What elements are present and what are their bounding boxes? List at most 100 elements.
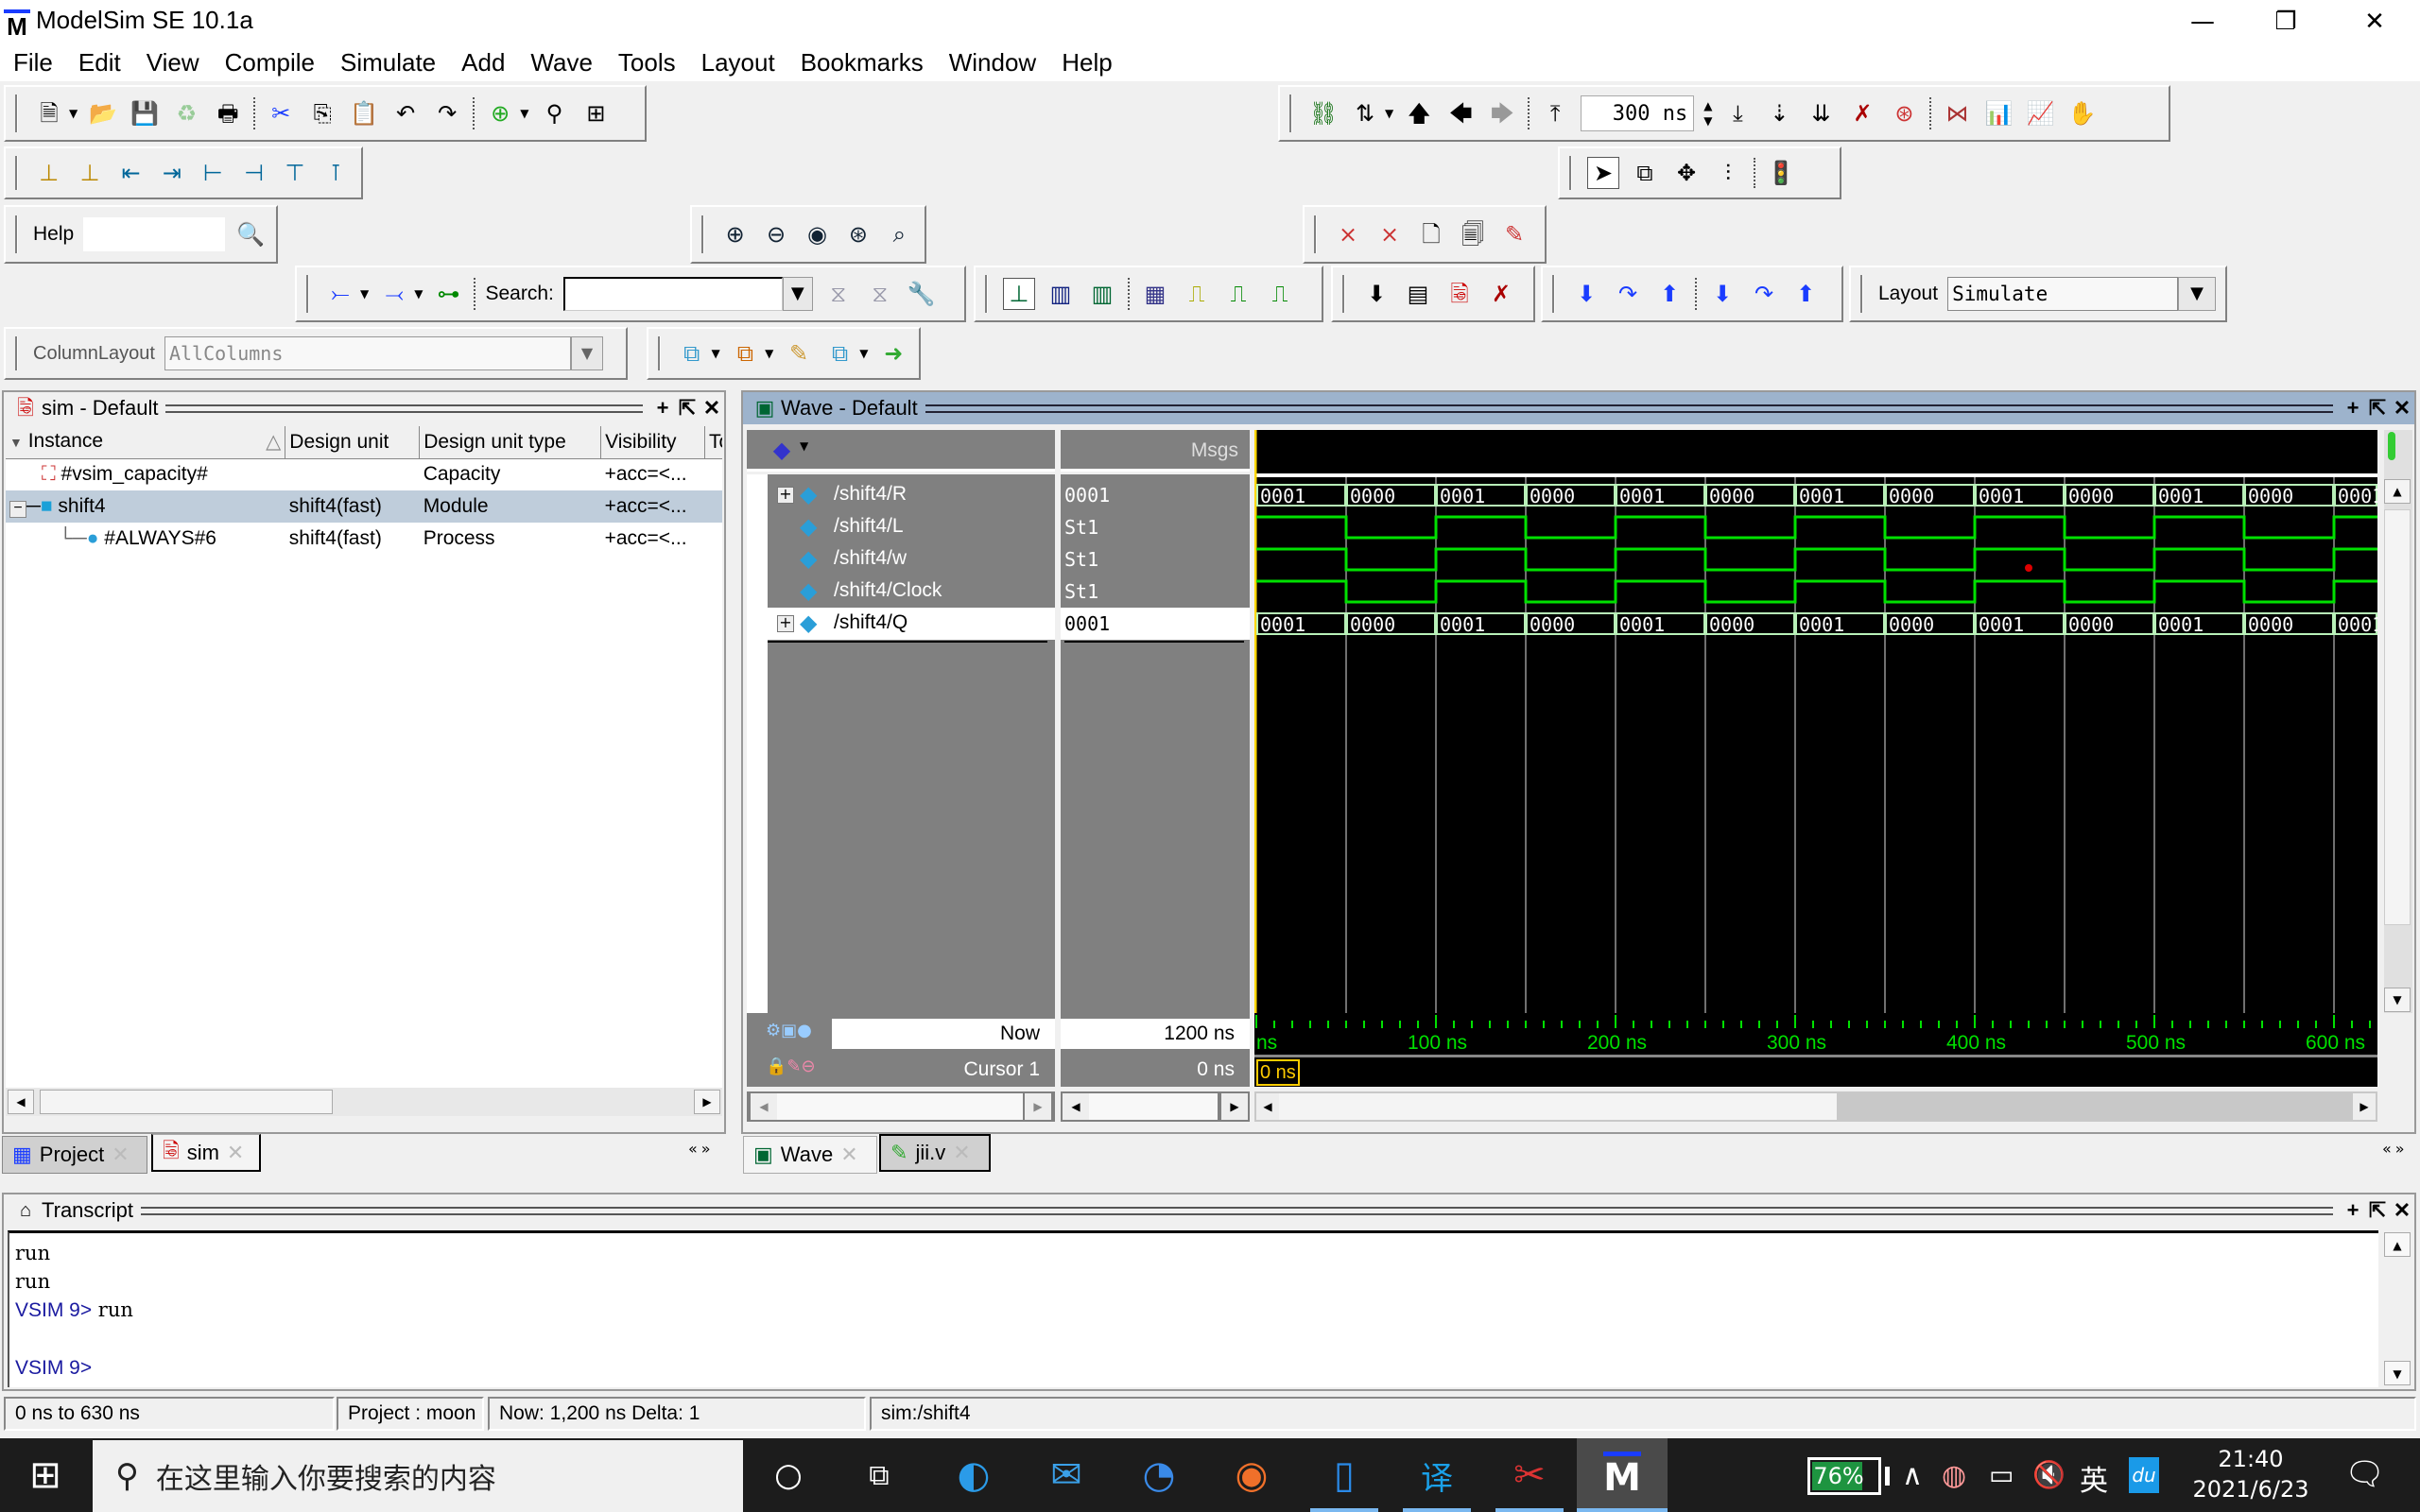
step-forward-icon[interactable]: ⇥ [156,157,187,189]
cursor-marker[interactable]: 0 ns [1256,1059,1300,1086]
layout-value[interactable]: Simulate [1947,277,2179,311]
signal-row[interactable]: ◆ /shift4/w [768,543,1055,576]
tab-project[interactable]: ▦ Project ✕ [2,1136,147,1174]
run-length-spinner[interactable]: ▲ ▼ [1703,98,1712,129]
step-over-icon[interactable]: ⊣ [238,157,269,189]
taskbar-clock[interactable]: 21:40 2021/6/23 [2189,1444,2312,1504]
menu-file[interactable]: File [13,48,53,77]
edit-mode-icon[interactable]: ⫶ [1712,157,1744,189]
wave-step-icon[interactable]: ⎍ [1181,278,1213,310]
step-into-icon[interactable]: ⊢ [198,157,229,189]
wave-tab-scroll-buttons[interactable]: «» [2382,1140,2420,1168]
column-header-design-unit-type[interactable]: Design unit type [419,426,602,459]
step-all-icon[interactable]: ⬇ [1706,278,1738,310]
expand-dropdown-icon[interactable]: ▼ [414,287,423,301]
taskbar-edge[interactable]: ◐ [928,1438,1019,1512]
column-layout-select[interactable]: AllColumns [164,336,571,370]
menu-bookmarks[interactable]: Bookmarks [801,48,924,77]
panel-close-button[interactable]: ✕ [700,396,724,421]
collapse-tree-icon[interactable]: ⊞ [579,97,612,129]
up-arrow-icon[interactable]: 🡅 [1403,97,1435,129]
link-icon[interactable]: ⛓ [1307,97,1340,129]
minimize-button[interactable]: — [2159,0,2246,43]
menu-edit[interactable]: Edit [78,48,121,77]
profile-memory-icon[interactable]: 📈 [2024,97,2056,129]
transcript-prompt[interactable]: VSIM 9> [15,1353,2373,1383]
column-layout-dropdown-icon[interactable]: ▼ [570,336,603,370]
taskbar-translate[interactable]: 译 [1392,1438,1482,1512]
panel-grip[interactable] [140,1206,2333,1215]
edit-layout-icon[interactable]: ✎ [783,337,814,369]
wave-vscrollbar[interactable]: ▲ ▼ [2384,430,2412,1013]
step-over-all-icon[interactable]: ↷ [1748,278,1780,310]
search-input[interactable] [562,277,783,311]
scroll-right-button[interactable]: ▶ [694,1090,720,1114]
panel-add-button[interactable]: + [2341,396,2365,421]
taskbar-phone[interactable]: ▯ [1299,1438,1390,1512]
collapse-dropdown-icon[interactable]: ▼ [360,287,369,301]
bookmark-icon[interactable]: 🗋 [1415,218,1447,250]
instance-row[interactable]: ⛶ #vsim_capacity# Capacity +acc=<... [6,458,722,490]
zoom-cursor-icon[interactable]: ⊛ [842,218,873,250]
tray-expand-icon[interactable]: ∧ [1902,1459,1923,1492]
search-prev-icon[interactable]: ⧖ [822,278,855,310]
panel-close-button[interactable]: ✕ [2390,1198,2414,1223]
tab-close-icon[interactable]: ✕ [840,1143,857,1167]
instance-row[interactable]: − ─■ shift4 shift4(fast) Module +acc=<... [6,490,722,523]
print-icon[interactable]: 🖶 [212,97,244,129]
notification-icon[interactable]: 🗨 [2344,1455,2385,1493]
waveform-canvas[interactable]: 0001 0000 0001 0000 0001 0000 0001 0000 0001 0000… [1254,430,2377,1013]
panel-add-button[interactable]: + [650,396,675,421]
continue-run-icon[interactable]: ⇣ [1763,97,1795,129]
hand-icon[interactable]: ✋ [2066,97,2098,129]
tray-app-icon[interactable]: ◍ [1942,1459,1966,1492]
column-header-visibility[interactable]: Visibility [600,426,706,459]
delete-cursor-icon[interactable]: ⨯ [1332,218,1364,250]
step-out-all-icon[interactable]: ⬆ [1789,278,1822,310]
menu-simulate[interactable]: Simulate [340,48,436,77]
bookmark-delete-icon[interactable]: ✎ [1498,218,1530,250]
layout-dropdown-icon[interactable]: ▼ [2178,277,2217,311]
column-header-design-unit[interactable]: Design unit [285,426,421,459]
scroll-thumb[interactable] [2384,509,2411,925]
menu-window[interactable]: Window [949,48,1036,77]
menu-tools[interactable]: Tools [618,48,676,77]
cut-icon[interactable]: ✂ [265,97,297,129]
save-icon[interactable]: 💾 [129,97,161,129]
help-search-input[interactable] [83,217,226,251]
menu-view[interactable]: View [147,48,199,77]
now-icons[interactable]: ⚙▣● [766,1021,812,1040]
step-out-2-icon[interactable]: ⬆ [1653,278,1685,310]
help-search-icon[interactable]: 🔍 [234,218,267,250]
wave-logic-icon[interactable]: ▥ [1045,278,1077,310]
search-options-icon[interactable]: 🔧 [906,278,938,310]
instance-row[interactable]: └─● #ALWAYS#6 shift4(fast) Process +acc=… [6,523,722,555]
step-back-icon[interactable]: ⇤ [115,157,147,189]
tab-wave[interactable]: ▣ Wave ✕ [743,1136,877,1174]
new-file-icon[interactable]: 🗎 [33,97,65,129]
scroll-down-button[interactable]: ▼ [2384,988,2411,1012]
taskbar-mail[interactable]: ✉ [1021,1438,1112,1512]
redo-icon[interactable]: ↷ [431,97,463,129]
cortana-button[interactable]: ○ [743,1438,834,1512]
tab-close-icon[interactable]: ✕ [112,1143,129,1167]
start-button[interactable]: ⊞ [0,1438,91,1512]
delete-all-cursors-icon[interactable]: ⨯ [1374,218,1406,250]
taskbar-firefox[interactable]: ◉ [1206,1438,1297,1512]
add-dropdown-icon[interactable]: ▼ [520,107,528,120]
sim-icon[interactable]: 🗟 [1443,278,1476,310]
undo-icon[interactable]: ↶ [389,97,422,129]
taskbar-modelsim[interactable]: M [1577,1438,1668,1512]
scroll-thumb[interactable] [40,1090,333,1114]
pan-mode-icon[interactable]: ✥ [1670,157,1703,189]
signal-row[interactable]: ◆ /shift4/L [768,511,1055,543]
run-icon[interactable]: ⤓ [1721,97,1754,129]
zoom-mode-icon[interactable]: ⧉ [1629,157,1661,189]
stop-icon[interactable]: ⊛ [1888,97,1920,129]
reload-icon[interactable]: ♻ [170,97,202,129]
select-mode-icon[interactable]: ➤ [1587,157,1619,189]
wave-backtrace-icon[interactable]: ⎍ [1264,278,1296,310]
scroll-up-button[interactable]: ▲ [2384,479,2411,504]
panel-undock-button[interactable]: ⇱ [675,396,700,421]
panel-undock-button[interactable]: ⇱ [2365,1198,2390,1223]
